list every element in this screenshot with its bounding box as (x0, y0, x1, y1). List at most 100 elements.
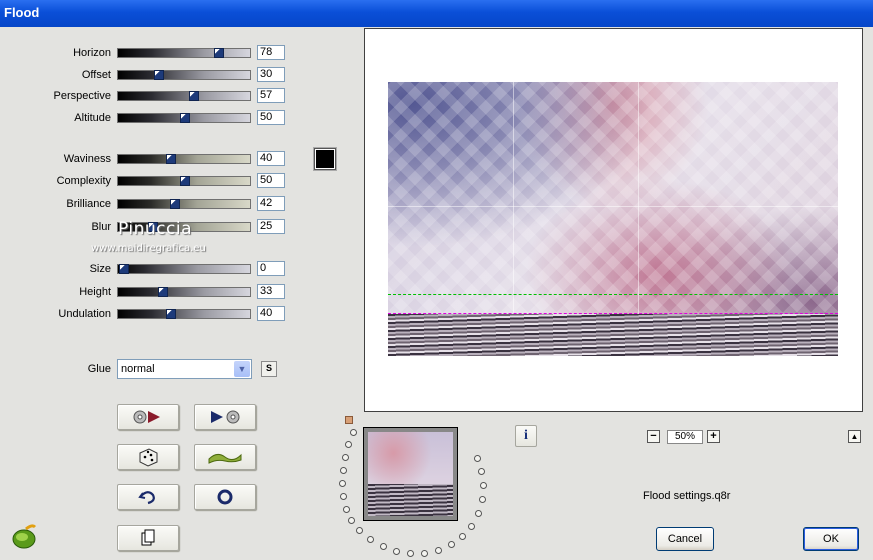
dial-dot[interactable] (345, 441, 352, 448)
play-compare-icon (211, 410, 240, 424)
perspective-label: Perspective (53, 90, 111, 102)
undulation-slider[interactable] (117, 309, 251, 319)
watermark-url: www.maidiregrafica.eu (91, 243, 206, 254)
waviness-label: Waviness (63, 153, 111, 165)
dial-dot[interactable] (342, 454, 349, 461)
reset-to-defaults-icon (133, 410, 160, 424)
preview-divider (638, 82, 639, 314)
undo-button[interactable] (117, 484, 179, 510)
new-document-icon (141, 529, 155, 546)
preview-water (388, 314, 838, 356)
undulation-value[interactable]: 40 (257, 306, 285, 321)
glue-label: Glue (87, 363, 111, 375)
altitude-value[interactable]: 50 (257, 110, 285, 125)
height-value[interactable]: 33 (257, 284, 285, 299)
wave-button[interactable] (194, 444, 256, 470)
new-document-button[interactable] (117, 525, 179, 551)
dial-dot[interactable] (480, 482, 487, 489)
waviness-slider[interactable] (117, 154, 251, 164)
dial-dot[interactable] (479, 496, 486, 503)
dial-dot[interactable] (475, 510, 482, 517)
ok-button[interactable]: OK (803, 527, 859, 551)
settings-file-name: Flood settings.q8r (643, 490, 731, 502)
ring-button[interactable] (194, 484, 256, 510)
dial-dot[interactable] (367, 536, 374, 543)
randomize-button[interactable] (117, 444, 179, 470)
dial-dot[interactable] (468, 523, 475, 530)
dial-dot[interactable] (393, 548, 400, 555)
offset-guide-line[interactable] (388, 313, 838, 314)
undulation-slider-thumb[interactable] (166, 309, 176, 319)
color-swatch[interactable] (314, 148, 336, 170)
dial-dot[interactable] (340, 493, 347, 500)
horizon-slider-thumb[interactable] (214, 48, 224, 58)
wave-icon (208, 453, 242, 464)
brilliance-value[interactable]: 42 (257, 196, 285, 211)
waviness-slider-thumb[interactable] (166, 154, 176, 164)
offset-slider-thumb[interactable] (154, 70, 164, 80)
height-label: Height (79, 286, 111, 298)
size-slider[interactable] (117, 264, 251, 274)
altitude-slider-thumb[interactable] (180, 113, 190, 123)
glue-select[interactable]: normal ▼ (117, 359, 252, 379)
dial-dot[interactable] (343, 506, 350, 513)
blur-value[interactable]: 25 (257, 219, 285, 234)
offset-slider[interactable] (117, 70, 251, 80)
blur-label: Blur (91, 221, 111, 233)
horizon-guide-line[interactable] (388, 294, 838, 295)
horizon-value[interactable]: 78 (257, 45, 285, 60)
perspective-slider-thumb[interactable] (189, 91, 199, 101)
reset-button[interactable] (117, 404, 179, 430)
glue-s-button[interactable]: S (261, 361, 277, 377)
dial-dot[interactable] (340, 467, 347, 474)
dial-dot[interactable] (339, 480, 346, 487)
offset-label: Offset (81, 69, 111, 81)
height-slider[interactable] (117, 287, 251, 297)
size-value[interactable]: 0 (257, 261, 285, 276)
horizon-slider[interactable] (117, 48, 251, 58)
compare-button[interactable] (194, 404, 256, 430)
preview-image[interactable] (388, 82, 838, 356)
brilliance-slider[interactable] (117, 199, 251, 209)
watermark-name: Pinuccia (118, 219, 192, 239)
ring-icon (217, 489, 233, 505)
window-title: Flood (4, 5, 40, 20)
navigator-thumbnail[interactable] (363, 427, 458, 521)
zoom-level[interactable]: 50% (667, 430, 703, 444)
zoom-in-button[interactable]: + (707, 430, 720, 443)
undulation-label: Undulation (58, 308, 111, 320)
brilliance-label: Brilliance (66, 198, 111, 210)
collapse-button[interactable]: ▲ (848, 430, 861, 443)
complexity-slider-thumb[interactable] (180, 176, 190, 186)
altitude-label: Altitude (74, 112, 111, 124)
perspective-value[interactable]: 57 (257, 88, 285, 103)
dial-dot[interactable] (407, 550, 414, 557)
dial-dot[interactable] (356, 527, 363, 534)
dial-dot[interactable] (474, 455, 481, 462)
chevron-down-icon[interactable]: ▼ (234, 361, 250, 377)
offset-value[interactable]: 30 (257, 67, 285, 82)
preview-divider (388, 206, 838, 207)
zoom-out-button[interactable]: − (647, 430, 660, 443)
info-button[interactable]: i (515, 425, 537, 447)
dial-dot[interactable] (478, 468, 485, 475)
waviness-value[interactable]: 40 (257, 151, 285, 166)
size-slider-thumb[interactable] (119, 264, 129, 274)
chevron-up-icon: ▲ (850, 432, 859, 441)
dial-dot[interactable] (350, 429, 357, 436)
perspective-slider[interactable] (117, 91, 251, 101)
dial-dot[interactable] (380, 543, 387, 550)
brilliance-slider-thumb[interactable] (170, 199, 180, 209)
navigator-marker[interactable] (345, 416, 353, 424)
dial-dot[interactable] (448, 541, 455, 548)
complexity-slider[interactable] (117, 176, 251, 186)
complexity-value[interactable]: 50 (257, 173, 285, 188)
dial-dot[interactable] (459, 533, 466, 540)
dial-dot[interactable] (435, 547, 442, 554)
height-slider-thumb[interactable] (158, 287, 168, 297)
dial-dot[interactable] (421, 550, 428, 557)
complexity-label: Complexity (56, 175, 111, 187)
altitude-slider[interactable] (117, 113, 251, 123)
cancel-button[interactable]: Cancel (656, 527, 714, 551)
dial-dot[interactable] (348, 517, 355, 524)
